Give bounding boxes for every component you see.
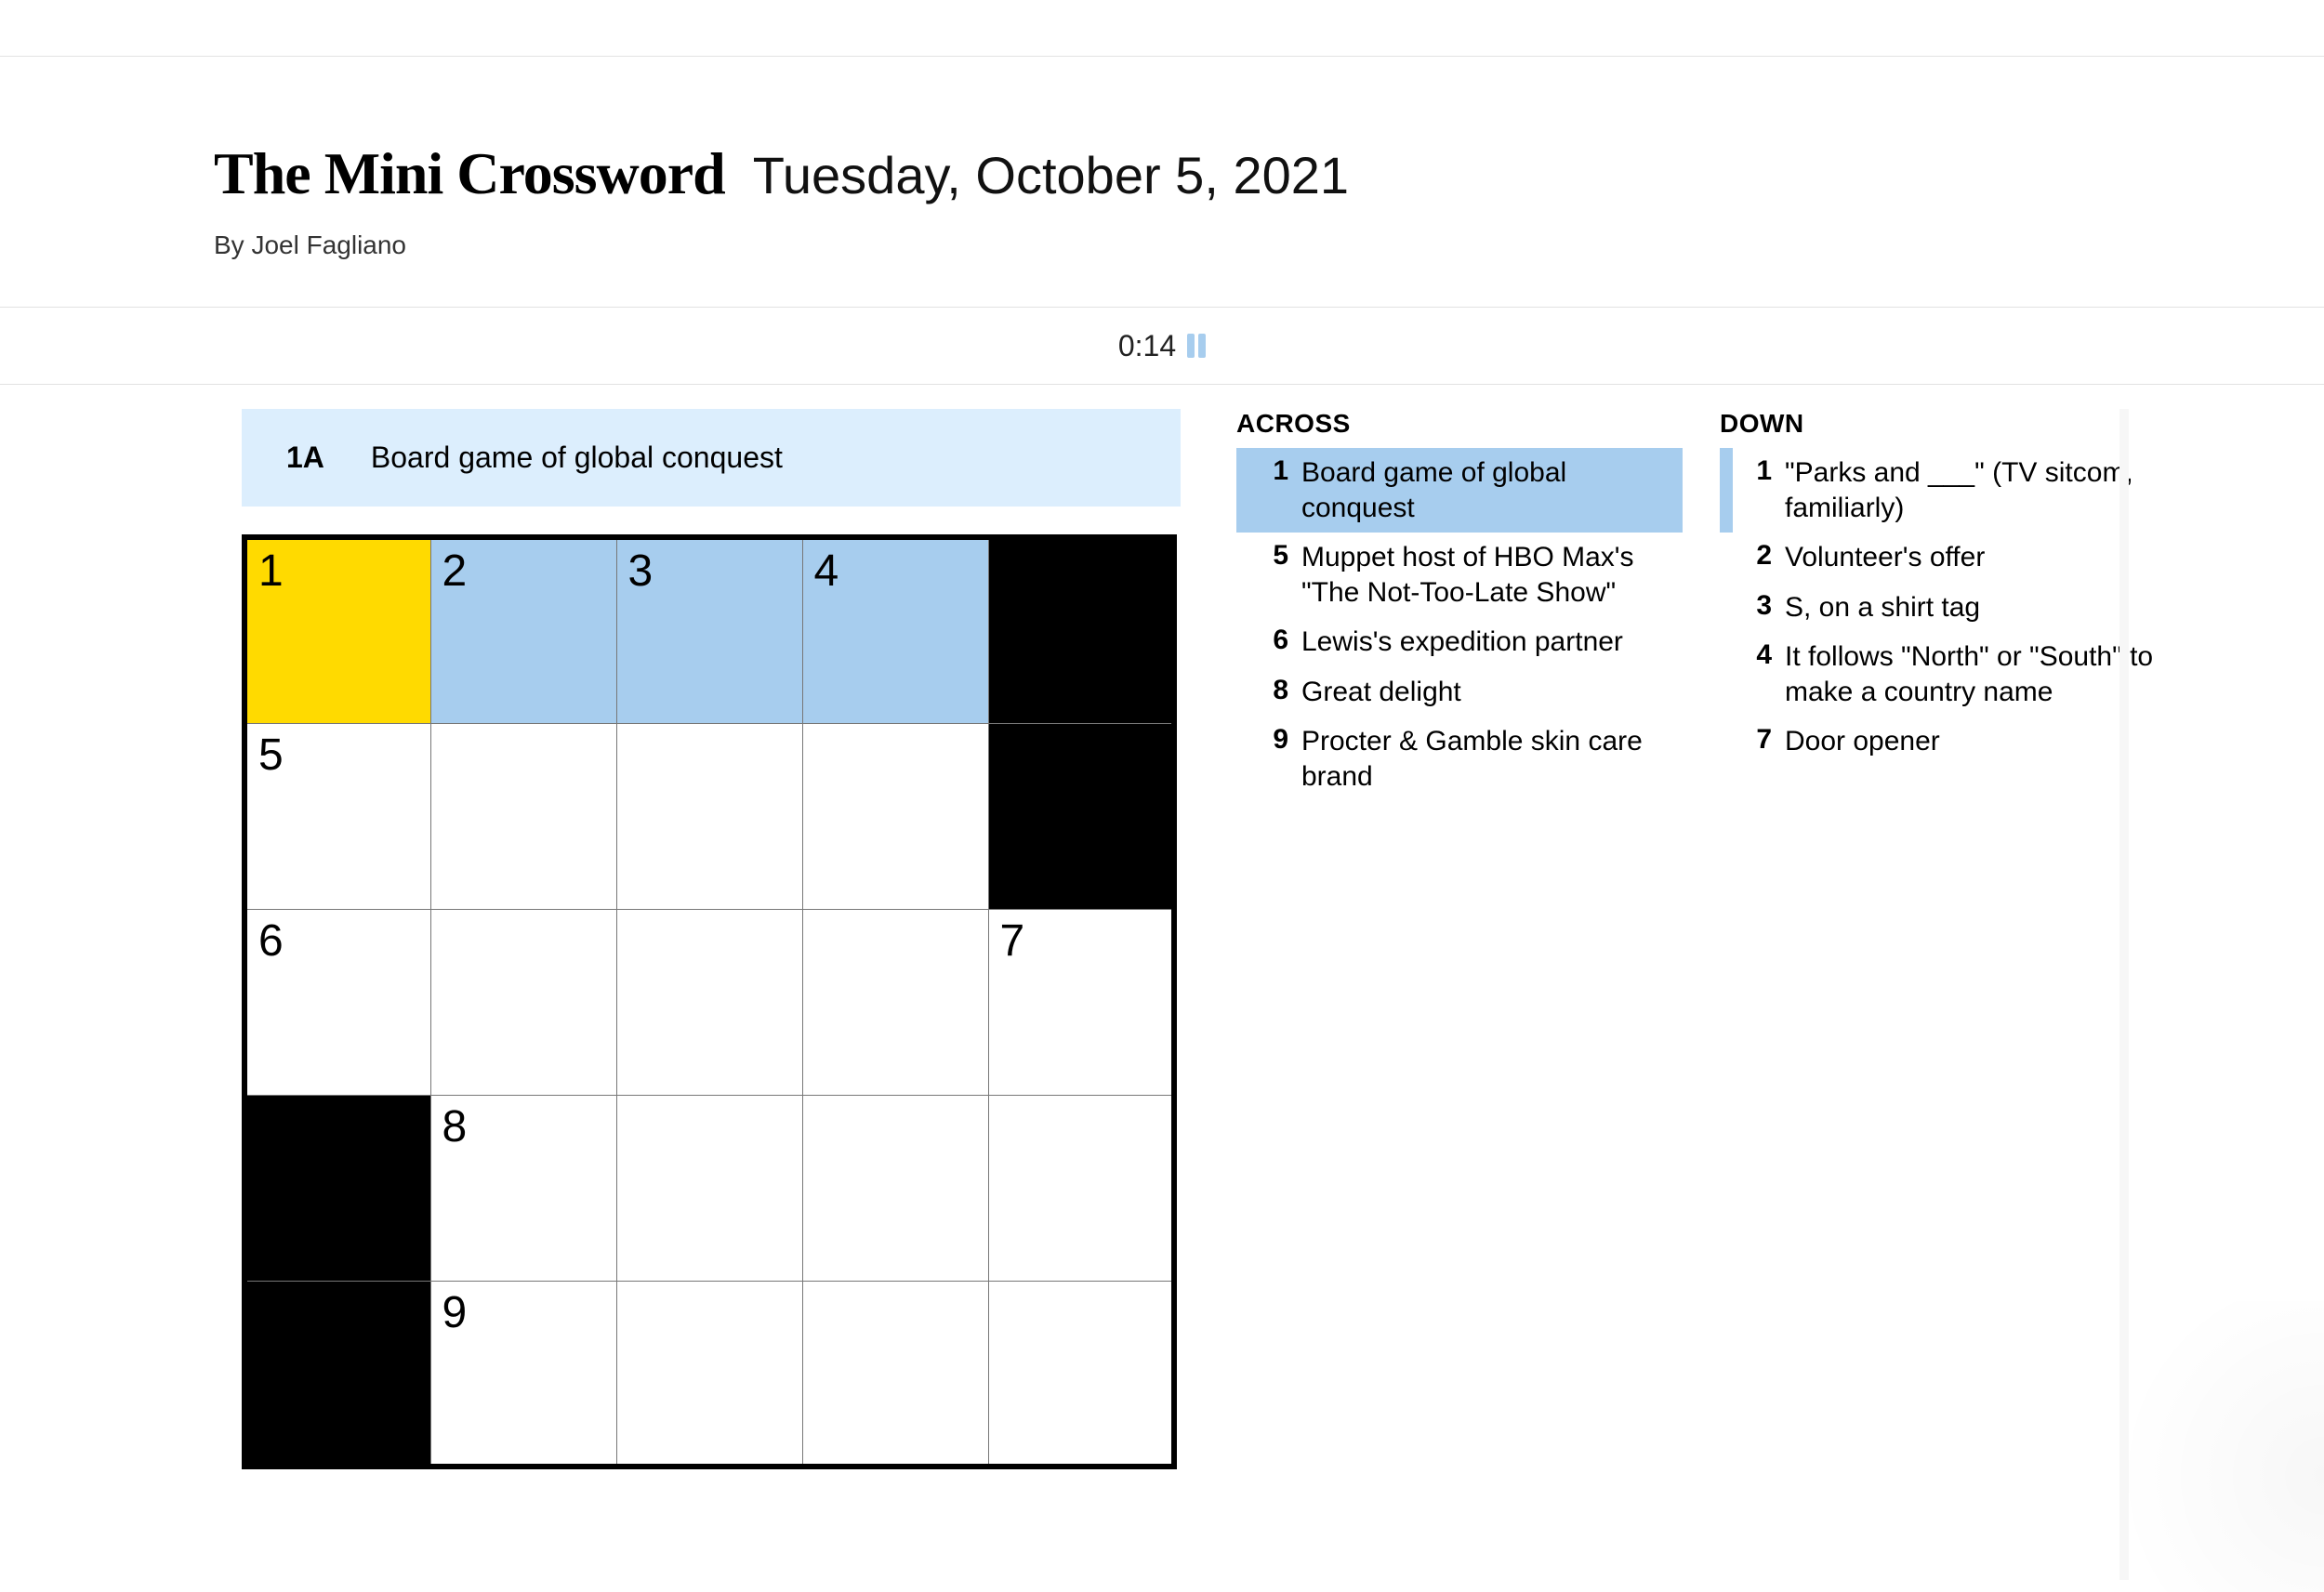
clue-text: "Parks and ___" (TV sitcom, familiarly)	[1785, 455, 2166, 525]
grid-cell[interactable]: 4	[802, 537, 988, 723]
down-clue[interactable]: 4It follows "North" or "South" to make a…	[1720, 632, 2166, 717]
down-clue[interactable]: 2Volunteer's offer	[1720, 533, 2166, 583]
clue-text: Procter & Gamble skin care brand	[1301, 724, 1683, 794]
cell-number: 5	[258, 730, 284, 781]
byline: By Joel Fagliano	[214, 230, 2250, 260]
down-heading: DOWN	[1720, 409, 2166, 439]
grid-cell[interactable]	[616, 1095, 802, 1281]
current-clue-bar[interactable]: 1A Board game of global conquest	[242, 409, 1181, 507]
cell-number: 6	[258, 915, 284, 967]
grid-cell[interactable]: 8	[430, 1095, 616, 1281]
grid-wrap: 1 2 3 4 5 6 7 8 9	[242, 534, 1181, 1469]
grid-cell[interactable]	[802, 723, 988, 909]
pause-icon[interactable]	[1187, 334, 1206, 358]
grid-cell[interactable]	[802, 1095, 988, 1281]
grid-cell[interactable]	[430, 909, 616, 1095]
grid-cell[interactable]: 2	[430, 537, 616, 723]
cell-number: 8	[442, 1101, 468, 1152]
clue-text: S, on a shirt tag	[1785, 590, 2166, 625]
clue-number: 4	[1740, 639, 1785, 671]
clue-text: Board game of global conquest	[1301, 455, 1683, 525]
current-clue-text: Board game of global conquest	[371, 441, 783, 475]
across-list: ACROSS 1Board game of global conquest5Mu…	[1236, 409, 1683, 1469]
cell-number: 3	[628, 546, 654, 597]
grid-cell[interactable]: 7	[988, 909, 1174, 1095]
grid-cell	[988, 537, 1174, 723]
down-clue[interactable]: 1"Parks and ___" (TV sitcom, familiarly)	[1720, 448, 2166, 533]
grid-cell[interactable]: 6	[244, 909, 430, 1095]
grid-cell[interactable]: 5	[244, 723, 430, 909]
across-clue[interactable]: 1Board game of global conquest	[1236, 448, 1683, 533]
grid-cell[interactable]	[616, 723, 802, 909]
grid-cell	[244, 1281, 430, 1467]
cell-number: 9	[442, 1287, 468, 1338]
timer-bar[interactable]: 0:14	[0, 307, 2324, 385]
timer-elapsed: 0:14	[1118, 329, 1176, 363]
across-clue[interactable]: 6Lewis's expedition partner	[1236, 617, 1683, 667]
grid-cell[interactable]	[988, 1095, 1174, 1281]
clue-number: 3	[1740, 590, 1785, 622]
grid-cell[interactable]	[802, 1281, 988, 1467]
down-clue[interactable]: 7Door opener	[1720, 717, 2166, 767]
clue-number: 2	[1740, 540, 1785, 572]
crossword-grid[interactable]: 1 2 3 4 5 6 7 8 9	[242, 534, 1177, 1469]
clue-text: Lewis's expedition partner	[1301, 625, 1683, 660]
cell-number: 7	[1000, 915, 1025, 967]
grid-cell	[988, 723, 1174, 909]
clue-text: Great delight	[1301, 675, 1683, 710]
grid-cell	[244, 1095, 430, 1281]
clue-number: 5	[1257, 540, 1301, 572]
clue-lists: ACROSS 1Board game of global conquest5Mu…	[1236, 409, 2166, 1469]
puzzle-date: Tuesday, October 5, 2021	[753, 145, 1349, 205]
clue-number: 6	[1257, 625, 1301, 656]
page-title: The Mini Crossword	[214, 139, 725, 208]
top-divider	[0, 56, 2324, 57]
clue-number: 9	[1257, 724, 1301, 756]
across-heading: ACROSS	[1236, 409, 1683, 439]
grid-cell[interactable]	[802, 909, 988, 1095]
puzzle-column: 1A Board game of global conquest 1 2 3 4 5 6 7…	[242, 409, 1181, 1469]
cell-number: 4	[814, 546, 839, 597]
across-clue[interactable]: 8Great delight	[1236, 667, 1683, 717]
clue-number: 8	[1257, 675, 1301, 706]
current-clue-label: 1A	[286, 441, 324, 475]
grid-cell[interactable]	[616, 909, 802, 1095]
grid-cell[interactable]: 3	[616, 537, 802, 723]
header: The Mini Crossword Tuesday, October 5, 2…	[214, 139, 2250, 260]
across-clue[interactable]: 9Procter & Gamble skin care brand	[1236, 717, 1683, 801]
across-clue[interactable]: 5Muppet host of HBO Max's "The Not-Too-L…	[1236, 533, 1683, 617]
clue-text: It follows "North" or "South" to make a …	[1785, 639, 2166, 709]
clue-text: Volunteer's offer	[1785, 540, 2166, 575]
clue-number: 1	[1257, 455, 1301, 487]
down-clue[interactable]: 3S, on a shirt tag	[1720, 583, 2166, 633]
grid-cell[interactable]: 9	[430, 1281, 616, 1467]
grid-cell[interactable]	[430, 723, 616, 909]
content: 1A Board game of global conquest 1 2 3 4 5 6 7…	[242, 409, 2166, 1469]
clue-scrollbar[interactable]	[2119, 409, 2129, 1580]
clue-number: 7	[1740, 724, 1785, 756]
cell-number: 1	[258, 546, 284, 597]
cell-number: 2	[442, 546, 468, 597]
grid-cell[interactable]	[988, 1281, 1174, 1467]
clue-text: Muppet host of HBO Max's "The Not-Too-La…	[1301, 540, 1683, 610]
clue-number: 1	[1740, 455, 1785, 487]
clue-text: Door opener	[1785, 724, 2166, 759]
grid-cell[interactable]	[616, 1281, 802, 1467]
down-list: DOWN 1"Parks and ___" (TV sitcom, famili…	[1720, 409, 2166, 1469]
grid-cell[interactable]: 1	[244, 537, 430, 723]
